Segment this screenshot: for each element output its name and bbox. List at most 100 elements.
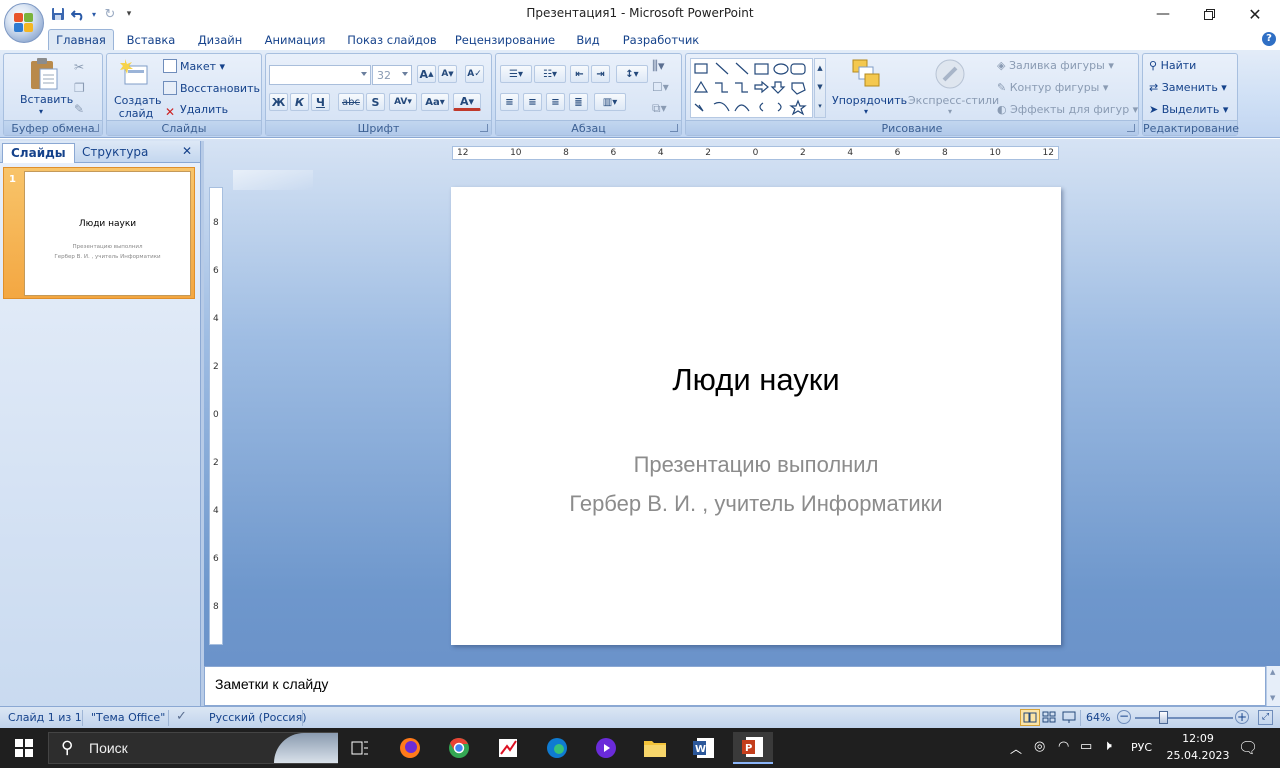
quick-styles-icon[interactable] bbox=[934, 58, 966, 90]
slide-title[interactable]: Люди науки bbox=[451, 362, 1061, 398]
paste-button[interactable]: Вставить bbox=[20, 93, 73, 106]
file-explorer-icon[interactable] bbox=[635, 732, 675, 764]
tab-slideshow[interactable]: Показ слайдов bbox=[344, 31, 440, 50]
font-size-combo[interactable]: 32 bbox=[372, 65, 412, 85]
zoom-slider-thumb[interactable] bbox=[1159, 711, 1168, 724]
font-dialog-launcher-icon[interactable] bbox=[480, 124, 488, 132]
normal-view-icon[interactable] bbox=[1020, 709, 1040, 726]
find-button[interactable]: ⚲ Найти bbox=[1149, 59, 1196, 72]
decrease-indent-icon[interactable]: ⇤ bbox=[570, 65, 589, 83]
columns-icon[interactable]: ▥▾ bbox=[594, 93, 626, 111]
slide-sorter-icon[interactable] bbox=[1042, 710, 1056, 727]
shape-effects-button[interactable]: ◐ Эффекты для фигур ▾ bbox=[997, 103, 1138, 116]
font-name-combo[interactable] bbox=[269, 65, 371, 85]
horizontal-ruler[interactable]: 12 10 8 6 4 2 0 2 4 6 8 10 12 bbox=[452, 146, 1059, 160]
clock-time[interactable]: 12:09 bbox=[1168, 732, 1228, 745]
slide-subtitle-line-1[interactable]: Презентацию выполнил bbox=[451, 452, 1061, 478]
zoom-in-icon[interactable]: + bbox=[1235, 710, 1249, 724]
align-text-icon[interactable]: ☐▾ bbox=[652, 80, 669, 94]
shrink-font-icon[interactable]: A ▼ bbox=[438, 65, 457, 83]
notes-pane[interactable]: Заметки к слайду bbox=[204, 666, 1266, 706]
tab-developer[interactable]: Разработчик bbox=[618, 31, 704, 50]
align-left-icon[interactable]: ≡ bbox=[500, 93, 519, 111]
taskbar-search[interactable]: ⚲ Поиск bbox=[48, 732, 338, 764]
arrange-button[interactable]: Упорядочить bbox=[832, 94, 907, 107]
text-direction-icon[interactable]: ⫼▾ bbox=[652, 59, 665, 74]
tab-view[interactable]: Вид bbox=[570, 31, 606, 50]
office-button[interactable] bbox=[4, 3, 44, 43]
minimize-icon[interactable]: — bbox=[1140, 0, 1186, 28]
new-slide-icon[interactable] bbox=[119, 58, 149, 90]
smartart-icon[interactable]: ⧉▾ bbox=[652, 101, 667, 116]
clear-formatting-icon[interactable]: A✓ bbox=[465, 65, 484, 83]
paste-dropdown-icon[interactable]: ▾ bbox=[39, 107, 43, 116]
word-icon[interactable]: W bbox=[684, 732, 724, 764]
task-view-icon[interactable] bbox=[340, 732, 380, 764]
start-button[interactable] bbox=[4, 732, 44, 764]
restore-icon[interactable] bbox=[1186, 0, 1232, 28]
input-language[interactable]: РУС bbox=[1131, 741, 1152, 754]
select-button[interactable]: ➤ Выделить ▾ bbox=[1149, 103, 1228, 116]
firefox-icon[interactable] bbox=[390, 732, 430, 764]
slide-subtitle-line-2[interactable]: Гербер В. И. , учитель Информатики bbox=[451, 491, 1061, 517]
line-spacing-icon[interactable]: ↕▾ bbox=[616, 65, 648, 83]
zoom-level[interactable]: 64% bbox=[1086, 711, 1110, 724]
replace-button[interactable]: ⇄ Заменить ▾ bbox=[1149, 81, 1227, 94]
shapes-gallery[interactable] bbox=[690, 58, 813, 118]
tab-design[interactable]: Дизайн bbox=[192, 31, 248, 50]
zoom-slider-track[interactable] bbox=[1135, 717, 1233, 719]
help-icon[interactable]: ? bbox=[1262, 32, 1276, 46]
tab-home[interactable]: Главная bbox=[48, 29, 114, 51]
media-app-icon[interactable] bbox=[586, 732, 626, 764]
drawing-dialog-launcher-icon[interactable] bbox=[1127, 124, 1135, 132]
bullets-icon[interactable]: ☰▾ bbox=[500, 65, 532, 83]
clock-date[interactable]: 25.04.2023 bbox=[1164, 749, 1232, 762]
notifications-icon[interactable]: 🗨 bbox=[1238, 738, 1258, 757]
tab-review[interactable]: Рецензирование bbox=[452, 31, 558, 50]
underline-icon[interactable]: Ч bbox=[311, 93, 330, 111]
slideshow-view-icon[interactable] bbox=[1062, 710, 1076, 727]
quick-styles-dropdown-icon[interactable]: ▾ bbox=[948, 107, 952, 116]
shape-fill-button[interactable]: ◈ Заливка фигуры ▾ bbox=[997, 59, 1114, 72]
cut-icon[interactable]: ✂ bbox=[74, 60, 84, 74]
shapes-scroll[interactable]: ▲ ▼ ▾ bbox=[814, 58, 826, 118]
powerpoint-icon[interactable]: P bbox=[733, 732, 773, 764]
scroll-down-icon[interactable]: ▼ bbox=[1270, 694, 1275, 702]
network-icon[interactable]: ◠ bbox=[1058, 739, 1069, 754]
layout-button[interactable]: Макет ▾ bbox=[163, 59, 225, 73]
format-painter-icon[interactable]: ✎ bbox=[74, 102, 84, 116]
justify-icon[interactable]: ≣ bbox=[569, 93, 588, 111]
align-right-icon[interactable]: ≡ bbox=[546, 93, 565, 111]
slide-thumbnail-selected[interactable]: 1 Люди науки Презентацию выполнил Гербер… bbox=[3, 167, 195, 299]
spellcheck-icon[interactable]: ✓ bbox=[176, 709, 187, 724]
chrome-icon[interactable] bbox=[439, 732, 479, 764]
arrange-dropdown-icon[interactable]: ▾ bbox=[864, 107, 868, 116]
strikethrough-icon[interactable]: abc bbox=[338, 93, 364, 111]
volume-icon[interactable]: 🕨 bbox=[1103, 738, 1112, 754]
fit-to-window-icon[interactable]: ⤢ bbox=[1258, 710, 1273, 725]
paste-icon[interactable] bbox=[28, 57, 60, 91]
notes-scrollbar[interactable]: ▲ ▼ bbox=[1266, 666, 1280, 706]
delete-slide-button[interactable]: ✕ Удалить bbox=[163, 103, 228, 120]
numbering-icon[interactable]: ☷▾ bbox=[534, 65, 566, 83]
clipboard-dialog-launcher-icon[interactable] bbox=[91, 124, 99, 132]
char-spacing-icon[interactable]: AV▾ bbox=[389, 93, 417, 111]
scroll-up-icon[interactable]: ▲ bbox=[1270, 668, 1275, 676]
close-panel-icon[interactable]: ✕ bbox=[182, 144, 192, 158]
battery-icon[interactable]: ▭ bbox=[1080, 739, 1092, 754]
bold-icon[interactable]: Ж bbox=[269, 93, 288, 111]
shadow-icon[interactable]: S bbox=[366, 93, 385, 111]
quick-styles-button[interactable]: Экспресс-стили bbox=[908, 94, 999, 107]
close-icon[interactable]: ✕ bbox=[1232, 0, 1278, 28]
app-graph-icon[interactable] bbox=[488, 732, 528, 764]
grow-font-icon[interactable]: A ▲ bbox=[417, 65, 436, 83]
increase-indent-icon[interactable]: ⇥ bbox=[591, 65, 610, 83]
new-slide-button[interactable]: Создать слайд bbox=[114, 94, 162, 120]
tab-animation[interactable]: Анимация bbox=[258, 31, 332, 50]
reset-button[interactable]: Восстановить bbox=[163, 81, 260, 95]
meet-now-icon[interactable]: ◎ bbox=[1034, 739, 1045, 754]
zoom-out-icon[interactable]: − bbox=[1117, 710, 1131, 724]
italic-icon[interactable]: К bbox=[290, 93, 309, 111]
tab-slides[interactable]: Слайды bbox=[2, 143, 75, 163]
tab-outline[interactable]: Структура bbox=[74, 143, 156, 163]
